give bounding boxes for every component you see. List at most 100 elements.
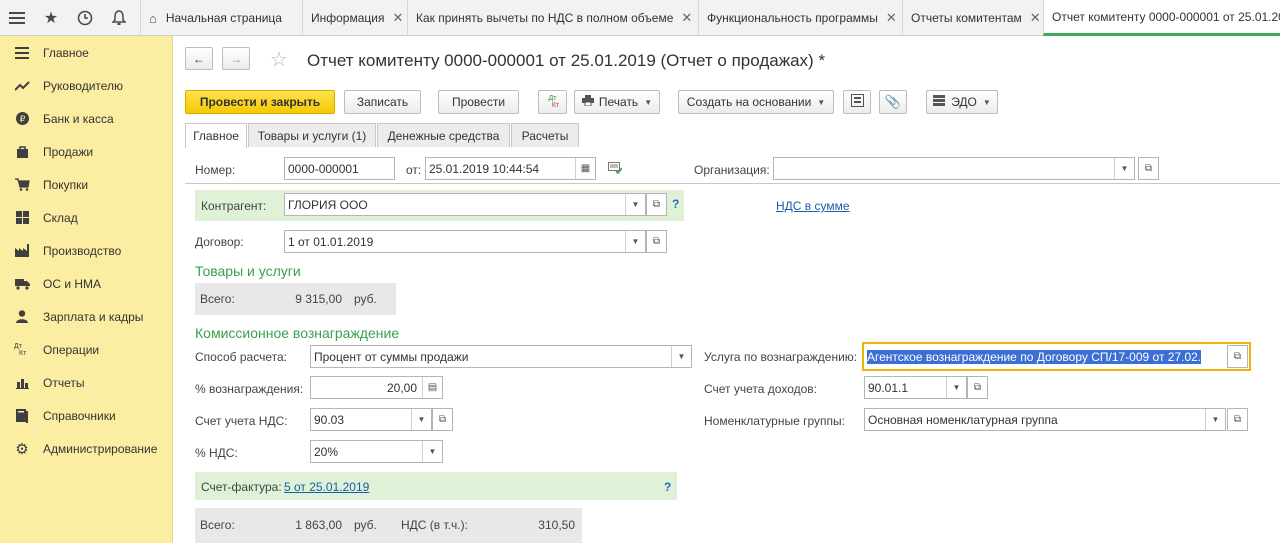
tab-money[interactable]: Денежные средства	[377, 123, 510, 147]
save-button[interactable]: Записать	[344, 90, 421, 114]
sidebar-item-operations[interactable]: Дт Кт Операции	[0, 333, 173, 366]
tab-goods-services[interactable]: Товары и услуги (1)	[248, 123, 376, 147]
contractor-field[interactable]: ГЛОРИЯ ООО ▼	[284, 193, 646, 216]
sidebar-item-production[interactable]: Производство	[0, 234, 173, 267]
open-income-account-button[interactable]: ⧉	[967, 376, 988, 399]
tab-information[interactable]: Информация ✕	[302, 0, 407, 36]
calendar-icon[interactable]: ▦	[575, 158, 595, 179]
structure-button[interactable]	[843, 90, 871, 114]
dt-kt-button[interactable]: Дт Кт	[538, 90, 567, 114]
print-button[interactable]: Печать ▼	[574, 90, 660, 114]
chevron-down-icon[interactable]: ▼	[411, 409, 431, 430]
contractor-help-icon[interactable]: ?	[672, 197, 679, 211]
cart-icon	[14, 178, 30, 191]
tab-current-report[interactable]: Отчет комитенту 0000-000001 от 25.01.201…	[1043, 0, 1280, 36]
open-contractor-button[interactable]: ⧉	[646, 193, 667, 216]
menu-icon[interactable]	[0, 0, 34, 36]
open-window-icon: ⧉	[1233, 351, 1242, 362]
tab-main[interactable]: Главное	[185, 123, 247, 148]
favorite-star-icon[interactable]: ☆	[270, 47, 288, 72]
dt-kt-icon: Дт Кт	[14, 343, 30, 357]
history-icon[interactable]	[68, 0, 102, 36]
field-value-wrapper: Агентское вознаграждение по Договору СП/…	[864, 349, 1229, 364]
sidebar-item-salary[interactable]: Зарплата и кадры	[0, 300, 173, 333]
open-window-icon: ⧉	[1233, 414, 1242, 425]
vat-account-field[interactable]: 90.03 ▼	[310, 408, 432, 431]
invoice-help-icon[interactable]: ?	[664, 480, 671, 494]
sidebar-item-administration[interactable]: ⚙ Администрирование	[0, 432, 173, 465]
sidebar-item-fixed-assets[interactable]: ОС и НМА	[0, 267, 173, 300]
chevron-down-icon[interactable]: ▼	[625, 231, 645, 252]
calculator-icon[interactable]: ▤	[422, 377, 442, 398]
trend-icon	[14, 80, 30, 91]
kt-label: Кт	[551, 102, 560, 109]
contract-field[interactable]: 1 от 01.01.2019 ▼	[284, 230, 646, 253]
open-service-button[interactable]: ⧉	[1227, 345, 1248, 368]
income-account-field[interactable]: 90.01.1 ▼	[864, 376, 967, 399]
tab-functionality[interactable]: Функциональность программы ✕	[698, 0, 902, 36]
printer-icon	[581, 95, 594, 109]
forward-button[interactable]: →	[222, 47, 250, 70]
organization-field[interactable]: ▼	[773, 157, 1135, 180]
chevron-down-icon[interactable]: ▼	[671, 346, 691, 367]
close-icon[interactable]: ✕	[886, 10, 897, 26]
chevron-down-icon[interactable]: ▼	[946, 377, 966, 398]
vat-mode-link[interactable]: НДС в сумме	[776, 199, 850, 213]
invoice-link[interactable]: 5 от 25.01.2019	[284, 480, 369, 494]
dt-label: Дт	[14, 342, 22, 350]
vat-included-value: 310,50	[538, 518, 575, 532]
service-field[interactable]: Агентское вознаграждение по Договору СП/…	[862, 342, 1251, 371]
open-organization-button[interactable]: ⧉	[1138, 157, 1159, 180]
sidebar-item-label: Производство	[43, 243, 122, 258]
open-contract-button[interactable]: ⧉	[646, 230, 667, 253]
back-button[interactable]: ←	[185, 47, 213, 70]
edo-button[interactable]: ЭДО ▼	[926, 90, 998, 114]
reward-percent-field[interactable]: 20,00 ▤	[310, 376, 443, 399]
chevron-down-icon[interactable]: ▼	[1205, 409, 1225, 430]
sidebar-item-main[interactable]: Главное	[0, 36, 173, 69]
button-label: Создать на основании	[686, 95, 812, 109]
favorites-icon[interactable]: ★	[34, 0, 68, 36]
tab-home[interactable]: ⌂ Начальная страница	[140, 0, 302, 36]
chevron-down-icon[interactable]: ▼	[1114, 158, 1134, 179]
sidebar-item-catalogs[interactable]: Справочники	[0, 399, 173, 432]
sidebar-item-reports[interactable]: Отчеты	[0, 366, 173, 399]
nomenclature-field[interactable]: Основная номенклатурная группа ▼	[864, 408, 1226, 431]
number-field[interactable]: 0000-000001	[284, 157, 395, 180]
calc-method-field[interactable]: Процент от суммы продажи ▼	[310, 345, 692, 368]
notifications-icon[interactable]	[102, 0, 136, 36]
reward-total-value: 1 863,00	[295, 518, 342, 532]
chevron-down-icon[interactable]: ▼	[422, 441, 442, 462]
open-nomenclature-button[interactable]: ⧉	[1227, 408, 1248, 431]
attach-files-button[interactable]: 📎	[879, 90, 907, 114]
close-icon[interactable]: ✕	[392, 10, 403, 26]
tab-consignor-reports[interactable]: Отчеты комитентам ✕	[902, 0, 1043, 36]
field-value: 0000-000001	[288, 161, 359, 176]
create-based-on-button[interactable]: Создать на основании ▼	[678, 90, 834, 114]
sidebar-item-sales[interactable]: Продажи	[0, 135, 173, 168]
vat-included-label: НДС (в т.ч.):	[401, 518, 468, 532]
sidebar-item-purchases[interactable]: Покупки	[0, 168, 173, 201]
chevron-down-icon: ▼	[982, 97, 991, 107]
tab-settlements[interactable]: Расчеты	[511, 123, 579, 147]
tab-label: Главное	[193, 129, 239, 143]
open-vat-account-button[interactable]: ⧉	[432, 408, 453, 431]
sidebar-item-label: Склад	[43, 210, 78, 225]
reward-percent-label: % вознаграждения:	[195, 382, 304, 396]
date-field[interactable]: 25.01.2019 10:44:54 ▦	[425, 157, 596, 180]
document-structure-icon	[850, 94, 864, 110]
vat-percent-field[interactable]: 20% ▼	[310, 440, 443, 463]
sidebar-item-bank[interactable]: ₽ Банк и касса	[0, 102, 173, 135]
sidebar-item-director[interactable]: Руководителю	[0, 69, 173, 102]
number-settings-icon[interactable]	[608, 161, 623, 177]
post-and-close-button[interactable]: Провести и закрыть	[185, 90, 335, 114]
modified-mark: *	[818, 51, 826, 70]
tab-vat-deductions[interactable]: Как принять вычеты по НДС в полном объем…	[407, 0, 698, 36]
post-button[interactable]: Провести	[438, 90, 519, 114]
sidebar-item-label: Администрирование	[43, 441, 158, 456]
close-icon[interactable]: ✕	[1030, 10, 1041, 26]
close-icon[interactable]: ✕	[681, 10, 692, 26]
chevron-down-icon[interactable]: ▼	[625, 194, 645, 215]
window-tab-bar: ★ ⌂ Начальная страница Информация ✕ Как п…	[0, 0, 1280, 36]
sidebar-item-warehouse[interactable]: Склад	[0, 201, 173, 234]
